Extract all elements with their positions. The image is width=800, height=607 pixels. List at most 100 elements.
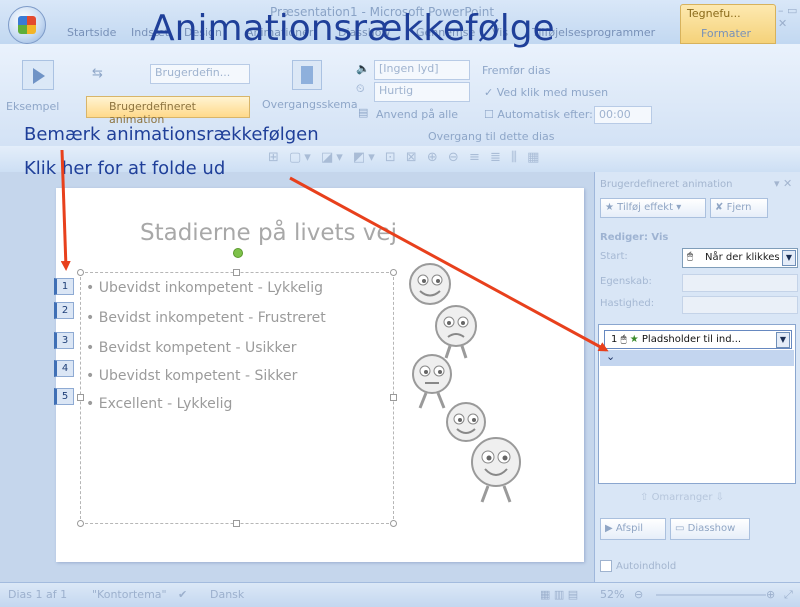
animate-dropdown[interactable]: Brugerdefin... <box>150 64 250 84</box>
animation-item-number: 1 <box>611 334 618 345</box>
resize-handle-top[interactable] <box>233 269 240 276</box>
bullet-item: • Excellent - Lykkelig <box>86 396 233 412</box>
play-label: Afspil <box>615 523 643 534</box>
tab-startside[interactable]: Startside <box>67 26 116 39</box>
autopreview-label: Autoindhold <box>616 561 677 572</box>
advance-slide-label: Fremfør dias <box>482 64 551 77</box>
property-label: Egenskab: <box>600 276 652 287</box>
taskpane-close-icon[interactable]: ▾ ✕ <box>774 177 792 190</box>
add-effect-label: Tilføj effekt <box>617 202 674 213</box>
on-mouse-click-label: Ved klik med musen <box>496 86 609 99</box>
transition-scheme-label[interactable]: Overgangsskema <box>262 98 358 111</box>
zoom-level[interactable]: 52% <box>600 588 624 601</box>
bullet-text: Excellent - Lykkelig <box>98 396 233 412</box>
add-effect-icon: ★ <box>605 202 618 213</box>
remove-icon: ✘ <box>715 202 727 213</box>
custom-animation-button[interactable]: Brugerdefineret animation <box>86 96 250 126</box>
speed-icon: ⏲ <box>356 82 365 95</box>
zoom-in-icon[interactable]: ⊕ <box>766 588 775 601</box>
bullet-item: • Bevidst inkompetent - Frustreret <box>86 310 326 326</box>
chevron-down-icon[interactable]: ▼ <box>776 332 790 348</box>
animation-list-item[interactable]: 1 🖱 ★ Pladsholder til ind... ▼ <box>604 330 792 349</box>
window-controls[interactable]: – ▭ ✕ <box>778 4 800 30</box>
sound-dropdown[interactable]: [Ingen lyd] <box>374 60 470 80</box>
preview-label[interactable]: Eksempel <box>6 100 59 113</box>
resize-handle-left[interactable] <box>77 394 84 401</box>
overlay-note-expand: Klik her for at folde ud <box>24 158 226 179</box>
rotate-handle[interactable] <box>233 248 243 258</box>
speed-dropdown-pane[interactable] <box>682 296 798 314</box>
context-tab-drawing-tools[interactable]: Tegnefu... Formater <box>680 4 776 44</box>
bullet-text: Ubevidst kompetent - Sikker <box>98 368 298 384</box>
entrance-effect-icon: ★ <box>629 334 639 345</box>
bullet-item: • Ubevidst inkompetent - Lykkelig <box>86 280 324 296</box>
on-mouse-click-checkbox[interactable]: ✓ Ved klik med musen <box>484 86 608 99</box>
resize-handle-bottom-left[interactable] <box>77 520 84 527</box>
animation-sequence-tag[interactable]: 3 <box>54 332 74 349</box>
resize-handle-right[interactable] <box>390 394 397 401</box>
view-buttons[interactable]: ▦ ▥ ▤ <box>540 588 578 601</box>
auto-after-checkbox[interactable]: ☐ Automatisk efter: <box>484 108 593 121</box>
play-icon: ▶ <box>605 523 616 534</box>
transition-scheme-icon[interactable] <box>292 60 322 90</box>
resize-handle-bottom[interactable] <box>233 520 240 527</box>
zoom-out-icon[interactable]: ⊖ <box>634 588 643 601</box>
tab-formater[interactable]: Formater <box>701 27 751 40</box>
reorder-control[interactable]: ⇧ Omarranger ⇩ <box>640 492 724 503</box>
animation-sequence-tag[interactable]: 1 <box>54 278 74 295</box>
autopreview-checkbox[interactable]: Autoindhold <box>600 560 676 572</box>
property-dropdown[interactable] <box>682 274 798 292</box>
resize-handle-bottom-right[interactable] <box>390 520 397 527</box>
mouse-icon: 🖱 <box>620 334 627 345</box>
resize-handle-top-right[interactable] <box>390 269 397 276</box>
animation-sequence-tag[interactable]: 5 <box>54 388 74 405</box>
slide-count: Dias 1 af 1 <box>8 588 68 601</box>
chevron-down-icon[interactable]: ▼ <box>782 250 796 266</box>
slideshow-icon: ▭ <box>675 523 688 534</box>
reorder-label: Omarranger <box>651 492 713 503</box>
sound-icon: 🔈 <box>356 62 370 75</box>
context-tab-group-label: Tegnefu... <box>687 7 741 20</box>
slideshow-label: Diasshow <box>687 523 736 534</box>
spellcheck-icon[interactable]: ✔ <box>178 588 187 601</box>
animation-sequence-tag[interactable]: 2 <box>54 302 74 319</box>
animate-icon: ⇆ <box>92 66 103 81</box>
language[interactable]: Dansk <box>210 588 244 601</box>
bullet-text: Bevidst inkompetent - Frustreret <box>98 310 326 326</box>
transition-group-label: Overgang til dette dias <box>428 130 555 143</box>
taskpane-title: Brugerdefineret animation <box>600 179 733 190</box>
apply-all-button[interactable]: Anvend på alle <box>376 108 458 121</box>
auto-after-label: Automatisk efter: <box>497 108 593 121</box>
expand-bar[interactable] <box>600 350 794 366</box>
speed-dropdown[interactable]: Hurtig <box>374 82 470 102</box>
modify-label: Rediger: Vis <box>600 232 669 243</box>
play-button[interactable]: ▶ Afspil <box>600 518 666 540</box>
auto-after-time-input[interactable]: 00:00 <box>594 106 652 124</box>
overlay-title: Animationsrækkefølge <box>150 8 555 49</box>
animation-sequence-tag[interactable]: 4 <box>54 360 74 377</box>
fit-to-window-icon[interactable]: ⤢ <box>784 588 793 602</box>
slideshow-button[interactable]: ▭ Diasshow <box>670 518 750 540</box>
toolbar-icons[interactable]: ⊞ ▢▾ ◪▾ ◩▾ ⊡ ⊠ ⊕ ⊖ ≡ ≣ ⫼ ▦ <box>268 150 542 165</box>
zoom-slider[interactable] <box>656 594 766 596</box>
resize-handle-top-left[interactable] <box>77 269 84 276</box>
start-value: Når der klikkes <box>705 252 780 263</box>
speed-label: Hastighed: <box>600 298 655 309</box>
preview-icon[interactable] <box>22 60 54 90</box>
cartoon-figure-5-icon <box>471 437 521 503</box>
bullet-item: • Ubevidst kompetent - Sikker <box>86 368 298 384</box>
add-effect-button[interactable]: ★ Tilføj effekt ▾ <box>600 198 706 218</box>
office-logo-icon <box>18 16 36 34</box>
animation-item-text: Pladsholder til ind... <box>641 334 742 345</box>
status-bar: Dias 1 af 1 "Kontortema" ✔ Dansk ▦ ▥ ▤ 5… <box>0 582 800 607</box>
bullet-text: Ubevidst inkompetent - Lykkelig <box>98 280 324 296</box>
mouse-icon: 🖱 <box>687 251 693 262</box>
office-button[interactable] <box>8 6 46 44</box>
theme-name: "Kontortema" <box>92 588 167 601</box>
expand-chevron-icon[interactable]: ⌄ <box>606 350 620 364</box>
bullet-text: Bevidst kompetent - Usikker <box>98 340 297 356</box>
start-label: Start: <box>600 251 628 262</box>
remove-button[interactable]: ✘ Fjern <box>710 198 768 218</box>
start-dropdown[interactable]: 🖱 Når der klikkes ▼ <box>682 248 798 268</box>
slide-title[interactable]: Stadierne på livets vej <box>140 220 540 246</box>
